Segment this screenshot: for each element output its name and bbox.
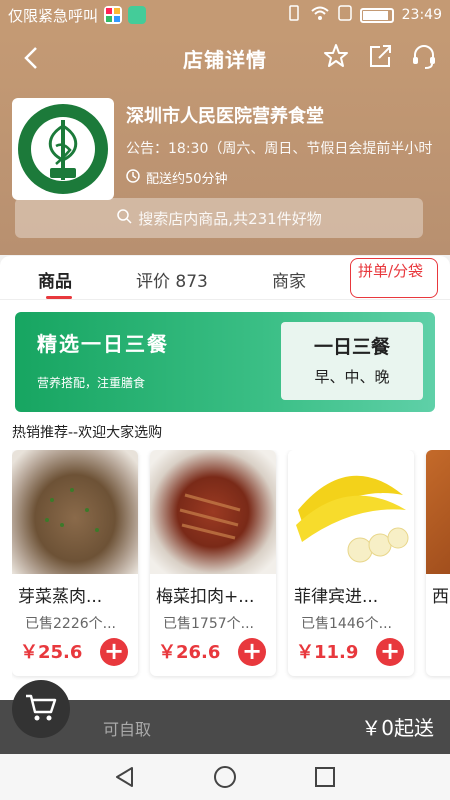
banner-image: 一日三餐 早、中、晚	[281, 322, 423, 400]
add-to-cart-button[interactable]: +	[100, 638, 128, 666]
product-sold: 已售1446个...	[301, 616, 392, 632]
promo-banner[interactable]: 精选一日三餐 营养搭配，注重膳食 一日三餐 早、中、晚	[15, 312, 435, 412]
delivery-time: 配送约50分钟	[126, 168, 436, 187]
delivery-time-text: 配送约50分钟	[146, 172, 228, 187]
store-name: 深圳市人民医院营养食堂	[126, 106, 324, 127]
product-price: ￥25.6	[20, 642, 83, 663]
product-name: 梅菜扣肉+...	[156, 587, 255, 607]
carrier-text: 仅限紧急呼叫	[8, 6, 99, 25]
product-list: 芽菜蒸肉... 已售2226个... ￥25.6 + 梅菜扣肉+... 已售17…	[12, 450, 450, 680]
wechat-notification-icon	[128, 6, 147, 24]
product-sold: 已售2226个...	[25, 616, 116, 632]
tab-indicator	[46, 296, 72, 299]
battery-icon	[359, 7, 394, 23]
tab-merchant[interactable]: 商家	[272, 267, 306, 292]
group-order-button[interactable]: 拼单/分袋	[350, 258, 438, 298]
product-name: 西	[432, 587, 449, 607]
home-nav-icon[interactable]	[212, 764, 238, 794]
headset-icon[interactable]	[410, 42, 438, 70]
search-bar[interactable]: 搜索店内商品,共231件好物	[15, 198, 423, 238]
star-icon[interactable]	[322, 42, 350, 70]
add-to-cart-button[interactable]: +	[238, 638, 266, 666]
search-placeholder: 搜索店内商品,共231件好物	[138, 209, 322, 228]
content-panel: 商品 评价 873 商家 拼单/分袋 精选一日三餐 营养搭配，注重膳食 一日三餐…	[0, 256, 450, 700]
cart-button[interactable]	[12, 680, 70, 738]
sim-icon	[337, 5, 352, 25]
back-nav-icon[interactable]	[112, 764, 138, 794]
tab-reviews[interactable]: 评价 873	[136, 267, 208, 292]
recents-nav-icon[interactable]	[312, 764, 338, 794]
product-image-steamed-pork	[12, 450, 138, 574]
product-image-braised-pork	[150, 450, 276, 574]
nav-bar: 店铺详情	[0, 30, 450, 86]
back-arrow-icon[interactable]	[18, 44, 46, 72]
wifi-icon	[310, 5, 330, 25]
tab-goods[interactable]: 商品	[38, 267, 72, 292]
banner-image-subtitle: 早、中、晚	[314, 368, 390, 386]
product-price: ￥11.9	[296, 642, 359, 663]
product-price: ￥26.6	[158, 642, 221, 663]
tab-bar: 商品 评价 873 商家 拼单/分袋	[0, 256, 450, 300]
store-notice[interactable]: 公告：18:30（周六、周日、节假日会提前半小时	[126, 138, 436, 158]
vibrate-icon	[286, 5, 302, 25]
banner-title: 精选一日三餐	[37, 332, 169, 356]
product-name: 菲律宾进...	[294, 587, 379, 607]
store-logo	[12, 98, 114, 200]
product-name: 芽菜蒸肉...	[18, 587, 103, 607]
product-card[interactable]: 西	[426, 450, 450, 676]
add-to-cart-button[interactable]: +	[376, 638, 404, 666]
product-card[interactable]: 菲律宾进... 已售1446个... ￥11.9 +	[288, 450, 414, 676]
clock: 23:49	[401, 7, 442, 23]
status-bar: 仅限紧急呼叫 23:49	[0, 0, 450, 30]
min-delivery-label[interactable]: ￥0起送	[361, 712, 434, 741]
banner-subtitle: 营养搭配，注重膳食	[37, 376, 146, 390]
section-title: 热销推荐--欢迎大家选购	[12, 425, 163, 441]
product-image-partial	[426, 450, 450, 574]
self-pickup-label: 可自取	[103, 720, 152, 739]
product-card[interactable]: 芽菜蒸肉... 已售2226个... ￥25.6 +	[12, 450, 138, 676]
product-card[interactable]: 梅菜扣肉+... 已售1757个... ￥26.6 +	[150, 450, 276, 676]
app-notification-icon	[104, 6, 123, 24]
share-icon[interactable]	[366, 42, 394, 70]
product-sold: 已售1757个...	[163, 616, 254, 632]
system-nav-bar	[0, 754, 450, 800]
banner-image-title: 一日三餐	[313, 336, 390, 358]
product-image-banana	[288, 450, 414, 574]
store-info-row: 深圳市人民医院营养食堂 公告：18:30（周六、周日、节假日会提前半小时 配送约…	[0, 86, 450, 200]
clock-icon	[126, 168, 140, 187]
cart-icon	[24, 692, 58, 726]
search-icon	[116, 208, 132, 228]
